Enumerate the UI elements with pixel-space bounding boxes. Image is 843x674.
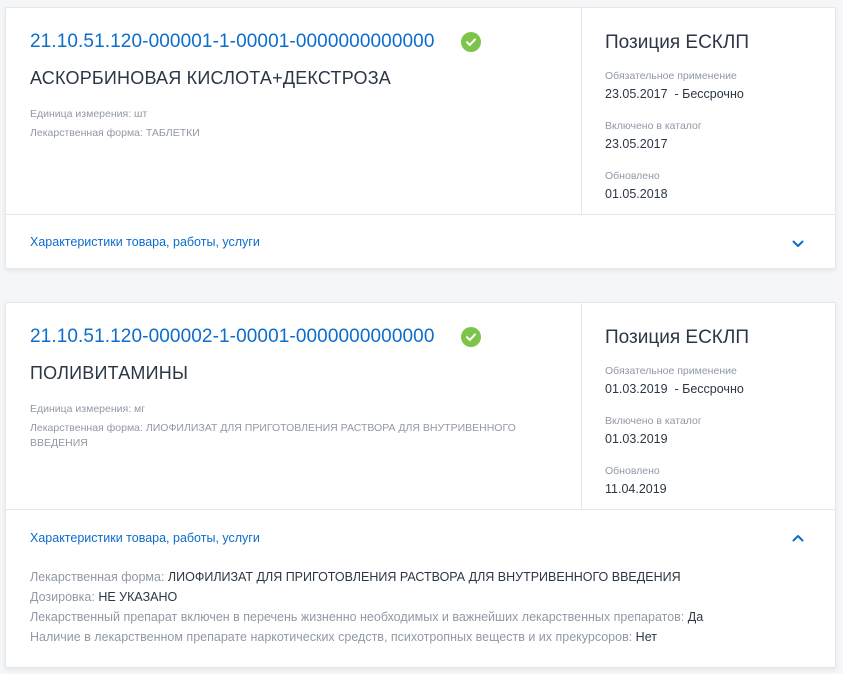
characteristic-row: Лекарственный препарат включен в перечен… — [30, 608, 703, 626]
updated-label: Обновлено — [605, 170, 660, 182]
characteristic-key: Лекарственная форма: — [30, 570, 165, 584]
characteristic-row: Дозировка: НЕ УКАЗАНО — [30, 588, 177, 606]
unit-of-measure: Единица измерения: шт — [30, 108, 148, 120]
characteristic-key: Наличие в лекарственном препарате наркот… — [30, 630, 633, 644]
included-label: Включено в каталог — [605, 120, 702, 132]
included-label: Включено в каталог — [605, 415, 702, 427]
mandatory-value: 23.05.2017 - Бессрочно — [605, 87, 744, 101]
characteristic-row: Наличие в лекарственном препарате наркот… — [30, 628, 657, 646]
updated-label: Обновлено — [605, 465, 660, 477]
card-header: 21.10.51.120-000002-1-00001-000000000000… — [6, 303, 835, 510]
characteristics-toggle[interactable]: Характеристики товара, работы, услуги — [30, 235, 260, 249]
included-value: 23.05.2017 — [605, 137, 668, 151]
card-header: 21.10.51.120-000001-1-00001-000000000000… — [6, 8, 835, 215]
position-code-link[interactable]: 21.10.51.120-000002-1-00001-000000000000… — [30, 326, 435, 348]
mandatory-value: 01.03.2019 - Бессрочно — [605, 382, 744, 396]
card-main-info: 21.10.51.120-000001-1-00001-000000000000… — [6, 8, 581, 215]
characteristics-toggle[interactable]: Характеристики товара, работы, услуги — [30, 531, 260, 545]
chevron-down-icon[interactable] — [791, 237, 805, 251]
chevron-up-icon[interactable] — [791, 531, 805, 545]
dosage-form: Лекарственная форма: ТАБЛЕТКИ — [30, 127, 200, 139]
esklp-card: 21.10.51.120-000001-1-00001-000000000000… — [5, 7, 836, 269]
check-circle-icon — [460, 327, 481, 347]
esklp-card: 21.10.51.120-000002-1-00001-000000000000… — [5, 302, 836, 668]
characteristic-value: ЛИОФИЛИЗАТ ДЛЯ ПРИГОТОВЛЕНИЯ РАСТВОРА ДЛ… — [167, 570, 681, 584]
code-row: 21.10.51.120-000001-1-00001-000000000000… — [30, 31, 481, 53]
position-code-link[interactable]: 21.10.51.120-000001-1-00001-000000000000… — [30, 31, 435, 53]
dosage-form: Лекарственная форма: ЛИОФИЛИЗАТ ДЛЯ ПРИГ… — [30, 422, 516, 449]
characteristic-key: Дозировка: — [30, 590, 95, 604]
characteristic-key: Лекарственный препарат включен в перечен… — [30, 610, 685, 624]
position-title: Позиция ЕСКЛП — [605, 327, 749, 348]
product-name: АСКОРБИНОВАЯ КИСЛОТА+ДЕКСТРОЗА — [30, 68, 391, 88]
code-row: 21.10.51.120-000002-1-00001-000000000000… — [30, 326, 481, 348]
position-title: Позиция ЕСКЛП — [605, 32, 749, 53]
characteristic-value: НЕ УКАЗАНО — [98, 590, 178, 604]
position-panel: Позиция ЕСКЛП Обязательное применение 23… — [581, 8, 837, 215]
updated-value: 11.04.2019 — [605, 482, 667, 496]
card-main-info: 21.10.51.120-000002-1-00001-000000000000… — [6, 303, 581, 510]
position-panel: Позиция ЕСКЛП Обязательное применение 01… — [581, 303, 837, 510]
check-circle-icon — [460, 32, 481, 52]
mandatory-label: Обязательное применение — [605, 365, 737, 377]
characteristic-row: Лекарственная форма: ЛИОФИЛИЗАТ ДЛЯ ПРИГ… — [30, 568, 681, 586]
updated-value: 01.05.2018 — [605, 187, 668, 201]
mandatory-label: Обязательное применение — [605, 70, 737, 82]
characteristic-value: Нет — [635, 630, 657, 644]
included-value: 01.03.2019 — [605, 432, 668, 446]
product-name: ПОЛИВИТАМИНЫ — [30, 363, 189, 383]
unit-of-measure: Единица измерения: мг — [30, 403, 146, 415]
characteristic-value: Да — [687, 610, 704, 624]
